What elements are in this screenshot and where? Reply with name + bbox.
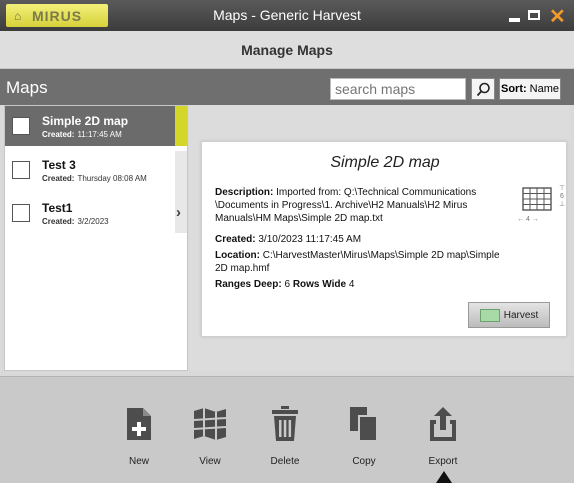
map-created: Created: Thursday 08:08 AM bbox=[42, 174, 147, 183]
list-item[interactable]: Test1 Created: 3/2/2023 bbox=[5, 194, 175, 234]
export-icon bbox=[430, 407, 456, 441]
copy-button[interactable]: Copy bbox=[339, 406, 389, 467]
sort-value: Name bbox=[529, 83, 559, 95]
grid-rows-label: ⊤ 6 ⊥ bbox=[559, 185, 566, 208]
map-description: Description: Imported from: Q:\Technical… bbox=[215, 186, 507, 225]
map-title: Simple 2D map bbox=[330, 154, 440, 171]
page-header: Manage Maps bbox=[0, 31, 574, 69]
page-title: Manage Maps bbox=[241, 42, 333, 58]
harvest-button[interactable]: Harvest bbox=[468, 302, 550, 328]
grid-rows-value: 6 bbox=[560, 193, 564, 200]
view-button[interactable]: View bbox=[185, 406, 235, 467]
delete-button[interactable]: Delete bbox=[260, 406, 310, 467]
location-label: Location: bbox=[215, 250, 260, 261]
new-button[interactable]: New bbox=[114, 406, 164, 467]
callout-arrow-icon bbox=[436, 471, 452, 483]
checkbox[interactable] bbox=[12, 117, 30, 135]
created-label: Created: bbox=[42, 130, 75, 139]
map-dimensions: Ranges Deep: 6 Rows Wide 4 bbox=[215, 278, 525, 291]
created-value: 11:17:45 AM bbox=[77, 130, 122, 139]
selection-indicator bbox=[175, 106, 187, 146]
created-label: Created: bbox=[215, 234, 256, 245]
checkbox[interactable] bbox=[12, 204, 30, 222]
new-label: New bbox=[128, 456, 149, 467]
maps-section-title: Maps bbox=[6, 78, 48, 97]
view-label: View bbox=[199, 456, 221, 467]
trash-icon bbox=[272, 406, 298, 441]
created-label: Created: bbox=[42, 217, 75, 226]
harvest-icon bbox=[479, 308, 500, 322]
map-name: Simple 2D map bbox=[42, 114, 129, 128]
map-name: Test1 bbox=[42, 201, 73, 215]
map-detail-card: Simple 2D map Description: Imported from… bbox=[201, 141, 567, 337]
list-item[interactable]: Simple 2D map Created: 11:17:45 AM bbox=[5, 106, 175, 146]
map-created: Created: 11:17:45 AM bbox=[42, 130, 122, 139]
checkbox[interactable] bbox=[12, 161, 30, 179]
sort-button[interactable]: Sort: Name bbox=[499, 78, 561, 100]
copy-label: Copy bbox=[352, 456, 376, 467]
window-title: Maps - Generic Harvest bbox=[213, 7, 361, 23]
export-label: Export bbox=[428, 456, 458, 467]
created-label: Created: bbox=[42, 174, 75, 183]
grid-cols-label: ← 4 → bbox=[517, 216, 539, 223]
harvest-label: Harvest bbox=[503, 309, 539, 321]
maps-list: Simple 2D map Created: 11:17:45 AM Test 3… bbox=[4, 105, 188, 371]
created-value: 3/2/2023 bbox=[77, 217, 109, 226]
title-bar: ⌂ MIRUS Maps - Generic Harvest ✕ bbox=[0, 0, 574, 31]
map-created: Created: 3/10/2023 11:17:45 AM bbox=[215, 233, 525, 246]
maximize-icon[interactable] bbox=[528, 10, 540, 20]
search-button[interactable] bbox=[471, 78, 495, 100]
description-label: Description: bbox=[215, 187, 274, 198]
map-created: Created: 3/2/2023 bbox=[42, 217, 109, 226]
maps-toolbar: Maps Sort: Name bbox=[0, 69, 574, 105]
close-icon[interactable]: ✕ bbox=[549, 4, 566, 29]
export-button[interactable]: Export bbox=[418, 406, 468, 467]
list-item[interactable]: Test 3 Created: Thursday 08:08 AM bbox=[5, 150, 175, 190]
search-input[interactable] bbox=[330, 78, 466, 100]
sort-label: Sort: bbox=[500, 83, 527, 95]
map-name: Test 3 bbox=[42, 158, 76, 172]
rows-label: Rows Wide bbox=[292, 279, 347, 290]
chevron-right-icon[interactable]: › bbox=[176, 204, 181, 221]
grid-cols-value: 4 bbox=[525, 216, 530, 223]
rows-value: 4 bbox=[348, 279, 355, 290]
delete-label: Delete bbox=[270, 456, 300, 467]
copy-icon bbox=[350, 407, 378, 442]
minimize-icon[interactable] bbox=[509, 18, 520, 22]
map-view-icon bbox=[193, 408, 227, 440]
search-icon bbox=[476, 82, 490, 97]
grid-icon bbox=[522, 187, 552, 211]
map-location: Location: C:\HarvestMaster\Mirus\Maps\Si… bbox=[215, 249, 515, 275]
ranges-label: Ranges Deep: bbox=[215, 279, 282, 290]
created-value: Thursday 08:08 AM bbox=[77, 174, 147, 183]
ranges-value: 6 bbox=[284, 279, 291, 290]
created-value: 3/10/2023 11:17:45 AM bbox=[258, 234, 362, 245]
new-document-icon bbox=[127, 408, 151, 440]
